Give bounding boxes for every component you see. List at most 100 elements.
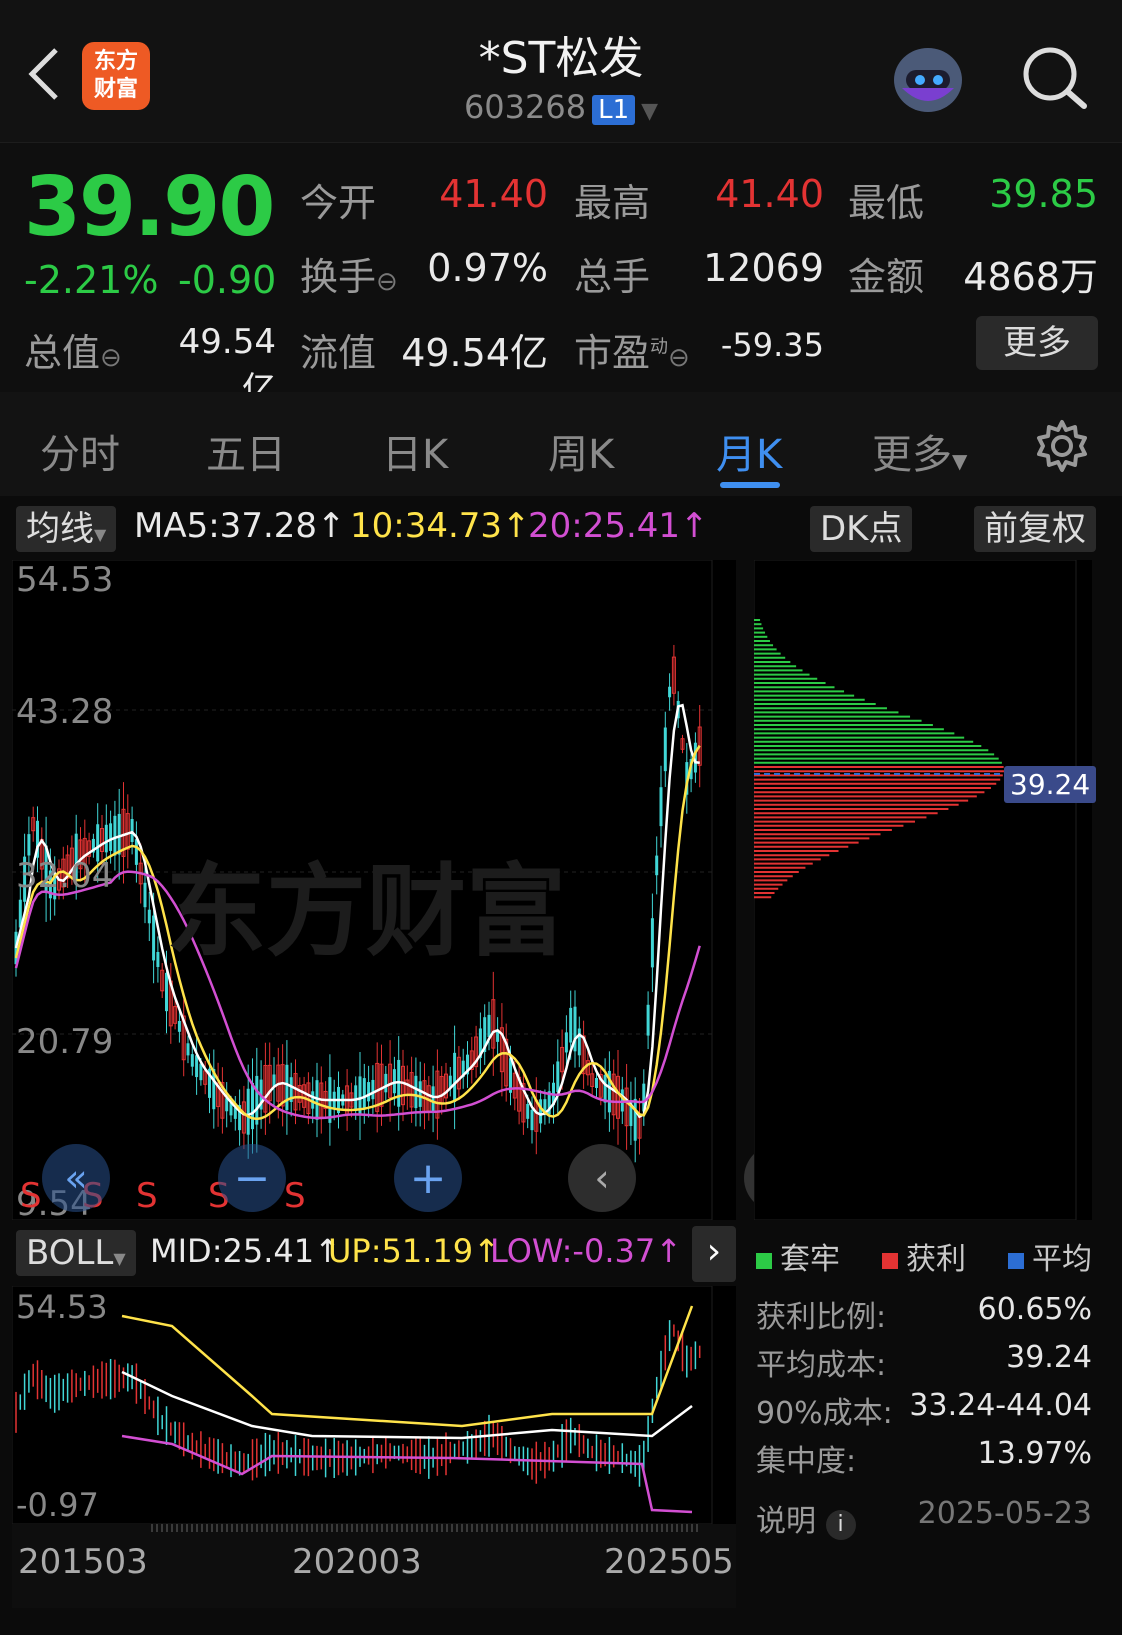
candle-body bbox=[190, 1054, 194, 1067]
candle-body bbox=[453, 1052, 457, 1102]
profit-ratio-label: 获利比例: bbox=[756, 1300, 887, 1335]
candle-body bbox=[195, 1055, 199, 1078]
legend-profit: 获利 bbox=[882, 1234, 966, 1278]
more-quote-button[interactable]: 更多 bbox=[976, 316, 1098, 370]
candle-body bbox=[496, 1031, 500, 1042]
stock-code: 603268 bbox=[463, 88, 587, 126]
boll-panel[interactable] bbox=[12, 1286, 736, 1524]
tab-more-label: 更多 bbox=[872, 432, 952, 478]
candle-body bbox=[603, 1074, 607, 1103]
candle-body bbox=[539, 1099, 543, 1124]
sub-indicator-selector[interactable]: BOLL▼ bbox=[16, 1230, 136, 1276]
candle-body bbox=[431, 1086, 435, 1112]
info-icon: i bbox=[825, 1510, 856, 1540]
candle-body bbox=[646, 1004, 650, 1036]
candle-body bbox=[251, 1082, 254, 1130]
ma20-value: 20:25.41↑ bbox=[528, 506, 709, 546]
robot-avatar-icon[interactable] bbox=[888, 40, 968, 116]
candle-body bbox=[113, 815, 117, 856]
change-amount: -0.90 bbox=[178, 258, 277, 302]
candle-body bbox=[177, 1020, 181, 1032]
y-label-top: 54.53 bbox=[16, 560, 114, 600]
scroll-start-icon[interactable]: « bbox=[42, 1144, 110, 1212]
legend-average: 平均 bbox=[1008, 1234, 1092, 1278]
next-indicator-icon[interactable]: › bbox=[692, 1226, 736, 1282]
candle-body bbox=[199, 1063, 203, 1081]
adjust-button[interactable]: 前复权 bbox=[974, 506, 1096, 552]
pe-sup: 动 bbox=[650, 336, 669, 358]
level-badge: L1 bbox=[592, 95, 636, 125]
pe-label[interactable]: 市盈动⊖ bbox=[574, 322, 690, 377]
tab-monthly-k[interactable]: 月K bbox=[716, 422, 782, 480]
boll-y-top: 54.53 bbox=[16, 1288, 108, 1326]
boll-mid-line bbox=[121, 1370, 693, 1440]
tab-daily-k[interactable]: 日K bbox=[382, 422, 448, 480]
concentration-label: 集中度: bbox=[756, 1444, 857, 1479]
mktcap-label[interactable]: 总值⊖ bbox=[24, 322, 122, 377]
boll-low: LOW:-0.37↑ bbox=[490, 1232, 683, 1270]
legend-trapped: 套牢 bbox=[756, 1234, 840, 1278]
chip-distribution-panel[interactable] bbox=[754, 560, 1092, 1220]
ma5-value: MA5:37.28↑ bbox=[134, 506, 346, 546]
caret-down-icon: ▼ bbox=[113, 1249, 126, 1268]
cost-90-label: 90%成本: bbox=[756, 1396, 893, 1431]
sell-mark: S bbox=[136, 1176, 158, 1216]
tab-weekly-k[interactable]: 周K bbox=[548, 422, 614, 480]
tab-more[interactable]: 更多▼ bbox=[872, 422, 967, 480]
turnover-label[interactable]: 换手⊖ bbox=[300, 246, 398, 301]
scroll-left-icon[interactable]: ‹ bbox=[568, 1144, 636, 1212]
sell-mark: S bbox=[20, 1176, 42, 1216]
concentration-value: 13.97% bbox=[977, 1436, 1092, 1471]
candle-body bbox=[143, 882, 147, 908]
candle-body bbox=[487, 1014, 491, 1038]
boll-mid: MID:25.41↑ bbox=[150, 1232, 341, 1270]
open-label: 今开 bbox=[300, 181, 377, 225]
chip-date: 2025-05-23 bbox=[917, 1496, 1092, 1531]
y-label-2: 43.28 bbox=[16, 692, 114, 732]
y-label-3: 32.04 bbox=[16, 856, 114, 896]
zoom-out-icon[interactable]: − bbox=[218, 1144, 286, 1212]
sell-mark: S bbox=[284, 1176, 306, 1216]
change-percent: -2.21% bbox=[24, 258, 159, 302]
caret-down-icon: ▼ bbox=[94, 525, 107, 544]
candle-body bbox=[659, 787, 663, 827]
info-circle-icon: ⊖ bbox=[376, 267, 398, 297]
turnover-label-text: 换手 bbox=[300, 255, 377, 299]
boll-y-bottom: -0.97 bbox=[16, 1486, 99, 1524]
average-cost-label: 39.24 bbox=[1004, 766, 1097, 803]
volume-label: 总手 bbox=[574, 255, 651, 299]
candle-body bbox=[156, 951, 160, 968]
mktcap-label-text: 总值 bbox=[24, 331, 101, 375]
candle-body bbox=[117, 813, 121, 855]
candle-body bbox=[650, 918, 654, 968]
tab-intraday[interactable]: 分时 bbox=[40, 422, 120, 480]
search-icon[interactable] bbox=[1020, 44, 1090, 110]
pe-value: -59.35 bbox=[720, 326, 824, 364]
candle-body bbox=[285, 1064, 289, 1111]
tab-five-day[interactable]: 五日 bbox=[206, 422, 286, 480]
candle-body bbox=[152, 915, 156, 961]
amount-label: 金额 bbox=[848, 255, 925, 299]
candle-body bbox=[392, 1069, 396, 1094]
note-button[interactable]: 说明 i bbox=[756, 1496, 856, 1540]
note-label: 说明 bbox=[756, 1504, 816, 1539]
dk-point-button[interactable]: DK点 bbox=[810, 506, 913, 552]
zoom-in-icon[interactable]: + bbox=[394, 1144, 462, 1212]
chip-frame bbox=[754, 560, 1077, 1220]
candle-body bbox=[564, 1032, 568, 1053]
pe-label-text: 市盈 bbox=[574, 331, 651, 375]
candle-body bbox=[362, 1078, 366, 1110]
candle-body bbox=[367, 1082, 371, 1102]
candle-body bbox=[569, 1007, 573, 1043]
indicator-selector[interactable]: 均线▼ bbox=[16, 506, 117, 552]
y-label-4: 20.79 bbox=[16, 1022, 114, 1062]
avg-cost-label: 平均成本: bbox=[756, 1348, 887, 1383]
settings-gear-icon[interactable] bbox=[1034, 418, 1090, 474]
sub-indicator-selector-label: BOLL bbox=[26, 1233, 114, 1273]
watermark: 东方财富 bbox=[166, 853, 566, 970]
candle-body bbox=[595, 1077, 598, 1089]
high-value: 41.40 bbox=[715, 172, 824, 216]
candle-body bbox=[109, 823, 113, 851]
candle-body bbox=[530, 1109, 534, 1131]
candle-body bbox=[246, 1088, 250, 1135]
